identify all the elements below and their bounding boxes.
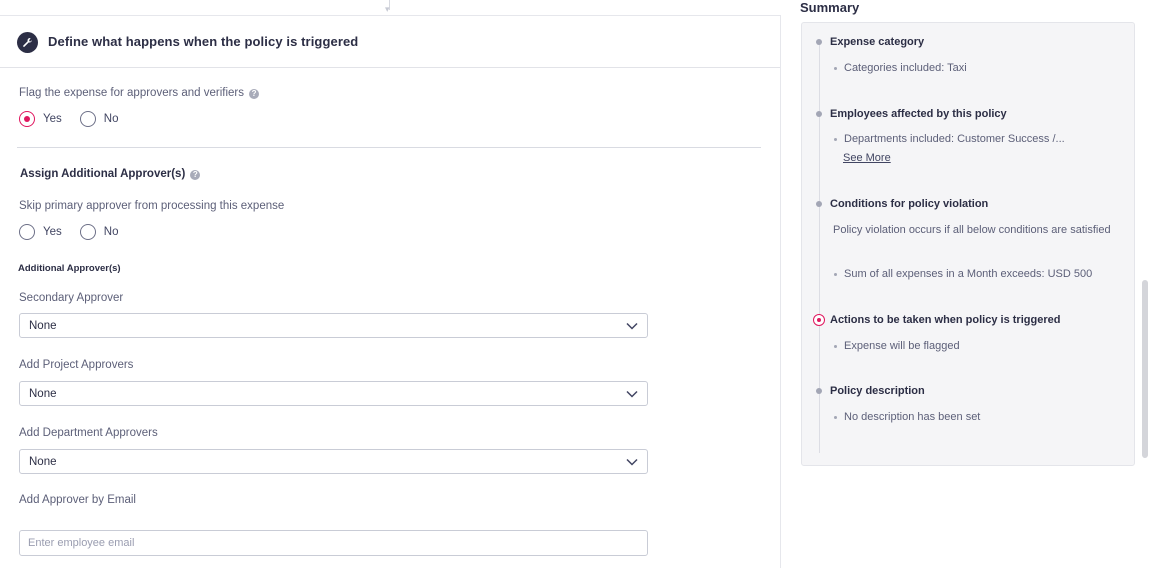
approver-email-input[interactable] bbox=[19, 530, 648, 556]
radio-checked-icon[interactable] bbox=[19, 111, 35, 127]
summary-employees-item: Departments included: Customer Success /… bbox=[834, 133, 1065, 145]
chevron-down-icon[interactable] bbox=[626, 322, 638, 330]
flag-no-label: No bbox=[103, 113, 119, 125]
summary-actions-item: Expense will be flagged bbox=[834, 340, 960, 352]
summary-policy-description-heading: Policy description bbox=[830, 385, 925, 397]
flag-expense-radio-group: Yes No bbox=[19, 111, 132, 127]
summary-conditions-heading: Conditions for policy violation bbox=[830, 198, 989, 210]
section-divider bbox=[17, 147, 761, 148]
section-title: Define what happens when the policy is t… bbox=[48, 34, 359, 49]
radio-unchecked-icon[interactable] bbox=[19, 224, 35, 240]
summary-title: Summary bbox=[800, 0, 860, 15]
secondary-approver-label: Secondary Approver bbox=[19, 292, 124, 304]
summary-conditions-description: Policy violation occurs if all below con… bbox=[833, 224, 1111, 236]
summary-actions-text: Expense will be flagged bbox=[844, 340, 960, 352]
see-more-link[interactable]: See More bbox=[843, 152, 891, 164]
project-approvers-select[interactable]: None bbox=[19, 381, 648, 406]
department-approvers-value: None bbox=[29, 455, 57, 468]
flag-yes-radio[interactable]: Yes bbox=[19, 111, 62, 127]
summary-conditions-item: Sum of all expenses in a Month exceeds: … bbox=[834, 268, 1092, 280]
timeline-dot-icon bbox=[816, 39, 822, 45]
summary-employees-heading: Employees affected by this policy bbox=[830, 108, 1007, 120]
summary-actions-heading: Actions to be taken when policy is trigg… bbox=[830, 314, 1061, 326]
timeline-dot-icon bbox=[816, 388, 822, 394]
flag-expense-label: Flag the expense for approvers and verif… bbox=[19, 87, 260, 99]
summary-policy-description-item: No description has been set bbox=[834, 411, 980, 423]
assign-approvers-title: Assign Additional Approver(s) bbox=[20, 168, 186, 180]
connector-arrow-icon: ▾ bbox=[385, 4, 390, 14]
summary-employees-text: Departments included: Customer Success /… bbox=[844, 133, 1065, 145]
chevron-down-icon[interactable] bbox=[626, 458, 638, 466]
skip-primary-radio-group: Yes No bbox=[19, 224, 132, 240]
scrollbar-thumb[interactable] bbox=[1142, 280, 1148, 458]
summary-expense-category-item: Categories included: Taxi bbox=[834, 62, 967, 74]
help-icon[interactable]: ? bbox=[249, 89, 260, 99]
summary-policy-description-text: No description has been set bbox=[844, 411, 981, 423]
timeline-active-dot-icon bbox=[813, 314, 825, 326]
flag-yes-label: Yes bbox=[43, 113, 62, 125]
summary-panel: Expense category Categories included: Ta… bbox=[801, 22, 1135, 466]
bullet-icon bbox=[834, 137, 837, 141]
flag-expense-label-text: Flag the expense for approvers and verif… bbox=[19, 87, 245, 99]
summary-conditions-text: Sum of all expenses in a Month exceeds: … bbox=[844, 268, 1093, 280]
approver-email-label: Add Approver by Email bbox=[19, 494, 136, 506]
summary-expense-category-heading: Expense category bbox=[830, 36, 925, 48]
summary-expense-category-text: Categories included: Taxi bbox=[844, 62, 967, 74]
project-approvers-label: Add Project Approvers bbox=[19, 359, 134, 371]
skip-no-label: No bbox=[103, 226, 119, 238]
radio-unchecked-icon[interactable] bbox=[79, 111, 96, 127]
card-header: Define what happens when the policy is t… bbox=[0, 16, 780, 68]
assign-approvers-heading: Assign Additional Approver(s)? bbox=[20, 168, 201, 180]
additional-approvers-heading: Additional Approver(s) bbox=[18, 263, 121, 274]
skip-no-radio[interactable]: No bbox=[79, 224, 119, 240]
department-approvers-select[interactable]: None bbox=[19, 449, 648, 474]
timeline-dot-icon bbox=[816, 201, 822, 207]
bullet-icon bbox=[834, 344, 837, 348]
skip-yes-label: Yes bbox=[43, 226, 62, 238]
help-icon[interactable]: ? bbox=[190, 170, 201, 180]
flag-no-radio[interactable]: No bbox=[79, 111, 119, 127]
project-approvers-value: None bbox=[29, 387, 57, 400]
timeline-dot-icon bbox=[816, 111, 822, 117]
chevron-down-icon[interactable] bbox=[626, 390, 638, 398]
wrench-icon bbox=[17, 32, 38, 53]
skip-yes-radio[interactable]: Yes bbox=[19, 224, 62, 240]
department-approvers-label: Add Department Approvers bbox=[19, 427, 158, 439]
bullet-icon bbox=[834, 66, 837, 70]
skip-primary-label: Skip primary approver from processing th… bbox=[19, 200, 285, 212]
secondary-approver-select[interactable]: None bbox=[19, 313, 648, 338]
bullet-icon bbox=[834, 415, 837, 419]
bullet-icon bbox=[834, 272, 837, 276]
radio-unchecked-icon[interactable] bbox=[79, 224, 96, 240]
secondary-approver-value: None bbox=[29, 319, 57, 332]
